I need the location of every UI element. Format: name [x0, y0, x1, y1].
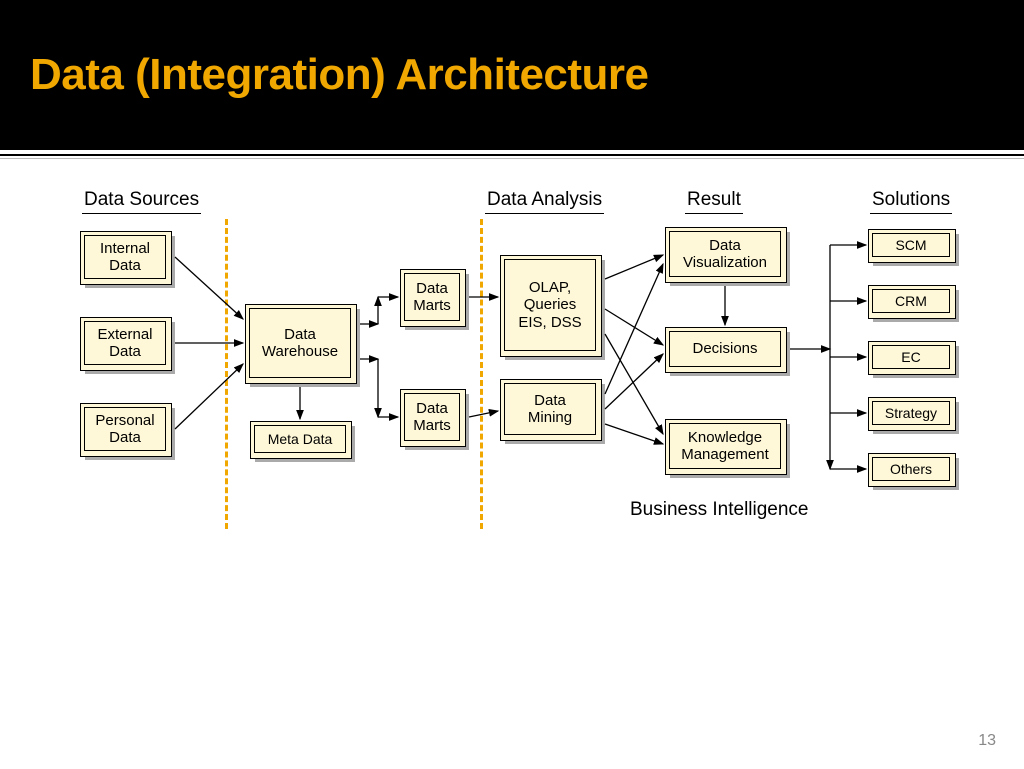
diagram-canvas: Data Sources Data Analysis Result Soluti…	[0, 159, 1024, 769]
box-scm: SCM	[868, 229, 954, 261]
box-meta-data: Meta Data	[250, 421, 350, 457]
box-ec: EC	[868, 341, 954, 373]
box-internal-data: InternalData	[80, 231, 170, 283]
box-decisions: Decisions	[665, 327, 785, 371]
box-personal-data: PersonalData	[80, 403, 170, 455]
box-others: Others	[868, 453, 954, 485]
divider-2	[480, 219, 483, 529]
box-strategy: Strategy	[868, 397, 954, 429]
box-data-mart-1: DataMarts	[400, 269, 464, 325]
divider-1	[225, 219, 228, 529]
header-solutions: Solutions	[870, 189, 952, 214]
header-data-analysis: Data Analysis	[485, 189, 604, 214]
box-knowledge: KnowledgeManagement	[665, 419, 785, 473]
box-data-mart-2: DataMarts	[400, 389, 464, 445]
page-number: 13	[978, 732, 996, 750]
label-business-intelligence: Business Intelligence	[630, 499, 809, 521]
box-data-viz: DataVisualization	[665, 227, 785, 281]
header-result: Result	[685, 189, 743, 214]
box-olap: OLAP,QueriesEIS, DSS	[500, 255, 600, 355]
box-data-warehouse: DataWarehouse	[245, 304, 355, 382]
box-crm: CRM	[868, 285, 954, 317]
header-data-sources: Data Sources	[82, 189, 201, 214]
box-external-data: ExternalData	[80, 317, 170, 369]
box-data-mining: DataMining	[500, 379, 600, 439]
slide-title: Data (Integration) Architecture	[30, 50, 649, 100]
